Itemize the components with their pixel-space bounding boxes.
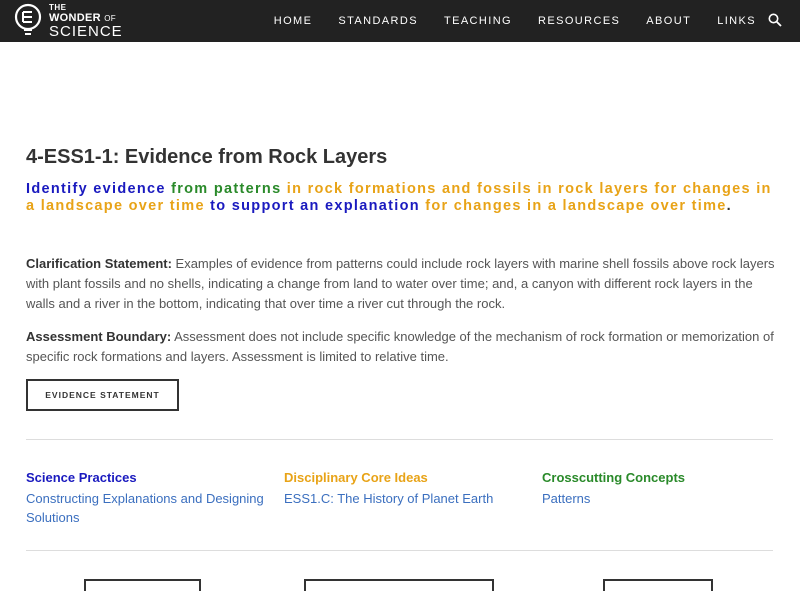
nav-teaching[interactable]: TEACHING: [444, 14, 512, 28]
core-ideas-link[interactable]: ESS1.C: The History of Planet Earth: [284, 489, 524, 508]
page-title: 4-ESS1-1: Evidence from Rock Layers: [26, 146, 388, 169]
performance-expectation: Identify evidence from patterns in rock …: [26, 181, 776, 215]
top-navbar: THE WONDER OF SCIENCE HOME STANDARDS TEA…: [0, 0, 800, 42]
divider: [26, 550, 773, 551]
science-practices-heading: Science Practices: [26, 470, 137, 485]
logo-science: SCIENCE: [49, 23, 123, 40]
pe-segment: to support an explanation: [204, 198, 420, 214]
nav-about[interactable]: ABOUT: [646, 14, 691, 28]
nav-links[interactable]: LINKS: [717, 14, 756, 28]
core-ideas-heading: Disciplinary Core Ideas: [284, 470, 428, 485]
pe-segment: for changes in a landscape over time: [419, 198, 727, 214]
bottom-button[interactable]: [304, 579, 494, 591]
clarification-label: Clarification Statement:: [26, 256, 172, 271]
core-ideas-column: Disciplinary Core Ideas ESS1.C: The Hist…: [284, 469, 524, 508]
crosscutting-concepts-column: Crosscutting Concepts Patterns: [542, 469, 782, 508]
divider: [26, 439, 773, 440]
bottom-button[interactable]: [84, 579, 201, 591]
pe-segment: Identify evidence: [26, 181, 166, 197]
lightbulb-logo-icon: [14, 3, 42, 35]
evidence-statement-button[interactable]: EVIDENCE STATEMENT: [26, 379, 179, 411]
nav-home[interactable]: HOME: [274, 14, 313, 28]
crosscutting-concepts-link[interactable]: Patterns: [542, 489, 782, 508]
search-icon[interactable]: [768, 13, 782, 27]
pe-segment: .: [726, 198, 733, 214]
logo-the: THE: [49, 3, 67, 12]
main-menu: HOME STANDARDS TEACHING RESOURCES ABOUT …: [248, 14, 756, 28]
science-practices-column: Science Practices Constructing Explanati…: [26, 469, 266, 527]
pe-segment: from patterns: [165, 181, 282, 197]
nav-standards[interactable]: STANDARDS: [338, 14, 418, 28]
assessment-boundary: Assessment Boundary: Assessment does not…: [26, 327, 776, 367]
crosscutting-concepts-heading: Crosscutting Concepts: [542, 470, 686, 485]
site-logo[interactable]: THE WONDER OF SCIENCE: [14, 3, 134, 39]
clarification-statement: Clarification Statement: Examples of evi…: [26, 254, 776, 314]
assessment-label: Assessment Boundary:: [26, 329, 172, 344]
bottom-button[interactable]: [603, 579, 713, 591]
nav-resources[interactable]: RESOURCES: [538, 14, 620, 28]
science-practices-link[interactable]: Constructing Explanations and Designing …: [26, 489, 266, 527]
